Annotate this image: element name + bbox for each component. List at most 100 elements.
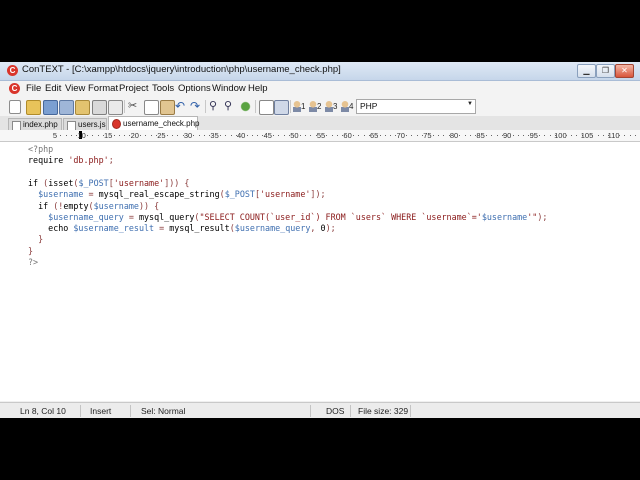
user-icon [293,101,301,112]
code-line[interactable]: ?> [28,257,38,268]
app-icon: C [7,65,18,76]
ruler-tick [576,135,578,136]
ruler-tick [140,135,142,136]
code-token: isset [48,177,74,188]
open-folder-icon[interactable] [26,100,41,115]
menu-edit[interactable]: Edit [45,83,61,94]
ruler-number: 55 [316,131,326,140]
copy-icon[interactable] [144,100,159,115]
menu-tools[interactable]: Tools [152,83,174,94]
ruler-tick [86,135,88,136]
window-title: ConTEXT - [C:\xampp\htdocs\jquery\introd… [22,64,341,75]
ruler-tick [326,135,328,136]
code-token: '" [527,211,538,222]
ruler-number: 65 [370,131,379,140]
code-token: 'username' [113,177,165,188]
document-menu-icon[interactable]: C [9,83,20,94]
ruler-tick [97,135,99,136]
code-line[interactable]: if (isset($_POST['username'])) { [28,178,189,189]
redo-icon[interactable]: ↷ [190,100,203,113]
user-button-1[interactable]: 1 [293,100,308,113]
menu-file[interactable]: File [26,83,41,94]
ruler-number: 15 [104,131,113,140]
menu-help[interactable]: Help [248,83,268,94]
find-icon[interactable]: ⚲ [209,100,222,113]
find-next-icon[interactable]: ⚲ [224,100,237,113]
save-icon[interactable] [43,100,58,115]
menu-window[interactable]: Window [212,83,246,94]
ruler-number: 75 [423,131,432,140]
ruler-number: 70 [396,131,405,140]
code-editor[interactable]: <?php require 'db.php'; if (isset($_POST['… [0,142,640,401]
code-line[interactable]: echo $username_result = mysql_result($us… [28,223,336,234]
ruler-tick [145,135,147,136]
code-token: ); [325,223,336,234]
minimize-button[interactable]: ▁ [577,64,596,78]
replace-icon[interactable] [239,100,252,113]
ruler-tick [549,135,551,136]
ruler-tick [299,135,301,136]
ruler-tick [230,135,232,136]
ruler-tick [92,135,94,136]
user-button-4[interactable]: 4 [341,100,356,113]
menu-format[interactable]: Format [88,83,118,94]
ruler-tick [273,135,275,136]
code-line[interactable]: } [28,246,33,257]
ruler-tick [523,135,525,136]
code-token: mysql_result [169,223,230,234]
paste-icon[interactable] [160,100,175,115]
code-token: ); [537,211,548,222]
ruler-tick [177,135,179,136]
user-button-3[interactable]: 3 [325,100,340,113]
ruler-tick [358,135,360,136]
close-button[interactable]: ✕ [615,64,634,78]
toolbar-separator [205,100,206,113]
language-select[interactable]: PHP ▼ [356,99,476,114]
ruler-number: 60 [343,131,352,140]
ruler-tick [624,135,626,136]
code-line[interactable]: $username = mysql_real_escape_string($_P… [28,189,325,200]
ruler-tick [544,135,546,136]
ruler-tick [246,135,248,136]
ruler-number: 20 [130,131,139,140]
tool-icon[interactable] [274,100,289,115]
ruler-tick [363,135,365,136]
title-bar[interactable]: C ConTEXT - [C:\xampp\htdocs\jquery\intr… [0,62,640,81]
ruler-tick [629,135,631,136]
code-token: "SELECT COUNT(`user_id`) FROM `users` WH… [199,211,482,222]
language-value: PHP [360,101,378,111]
ruler-tick [384,135,386,136]
maximize-button[interactable]: ❐ [596,64,615,78]
menu-view[interactable]: View [65,83,85,94]
ruler-tick [592,135,594,136]
ruler-tick [539,135,541,136]
ruler-tick [634,135,636,136]
code-token: )) { [138,200,160,211]
open-icon[interactable] [75,100,90,115]
ruler-number: 25 [157,131,166,140]
user-button-2[interactable]: 2 [309,100,324,113]
ruler-tick [198,135,200,136]
cut-icon[interactable]: ✂ [128,100,141,113]
code-token: $_POST [78,177,109,188]
undo-icon[interactable]: ↶ [175,100,188,113]
new-file-icon[interactable] [9,100,21,114]
save-all-icon[interactable] [59,100,74,115]
code-token: if [28,200,54,211]
code-token: mysql_query [138,211,195,222]
print-icon[interactable] [92,100,107,115]
ruler-tick [278,135,280,136]
print-preview-icon[interactable] [108,100,123,115]
code-line[interactable]: if (!empty($username)) { [28,201,159,212]
code-token: require [28,155,69,166]
ruler-tick [485,135,487,136]
code-line[interactable]: $username_query = mysql_query("SELECT CO… [28,212,547,223]
menu-options[interactable]: Options [178,83,211,94]
code-line[interactable]: <?php [28,144,53,155]
code-token: , [310,223,321,234]
menu-project[interactable]: Project [119,83,149,94]
document-icon[interactable] [259,100,274,115]
code-line[interactable]: require 'db.php'; [28,155,114,166]
code-line[interactable]: } [28,234,43,245]
